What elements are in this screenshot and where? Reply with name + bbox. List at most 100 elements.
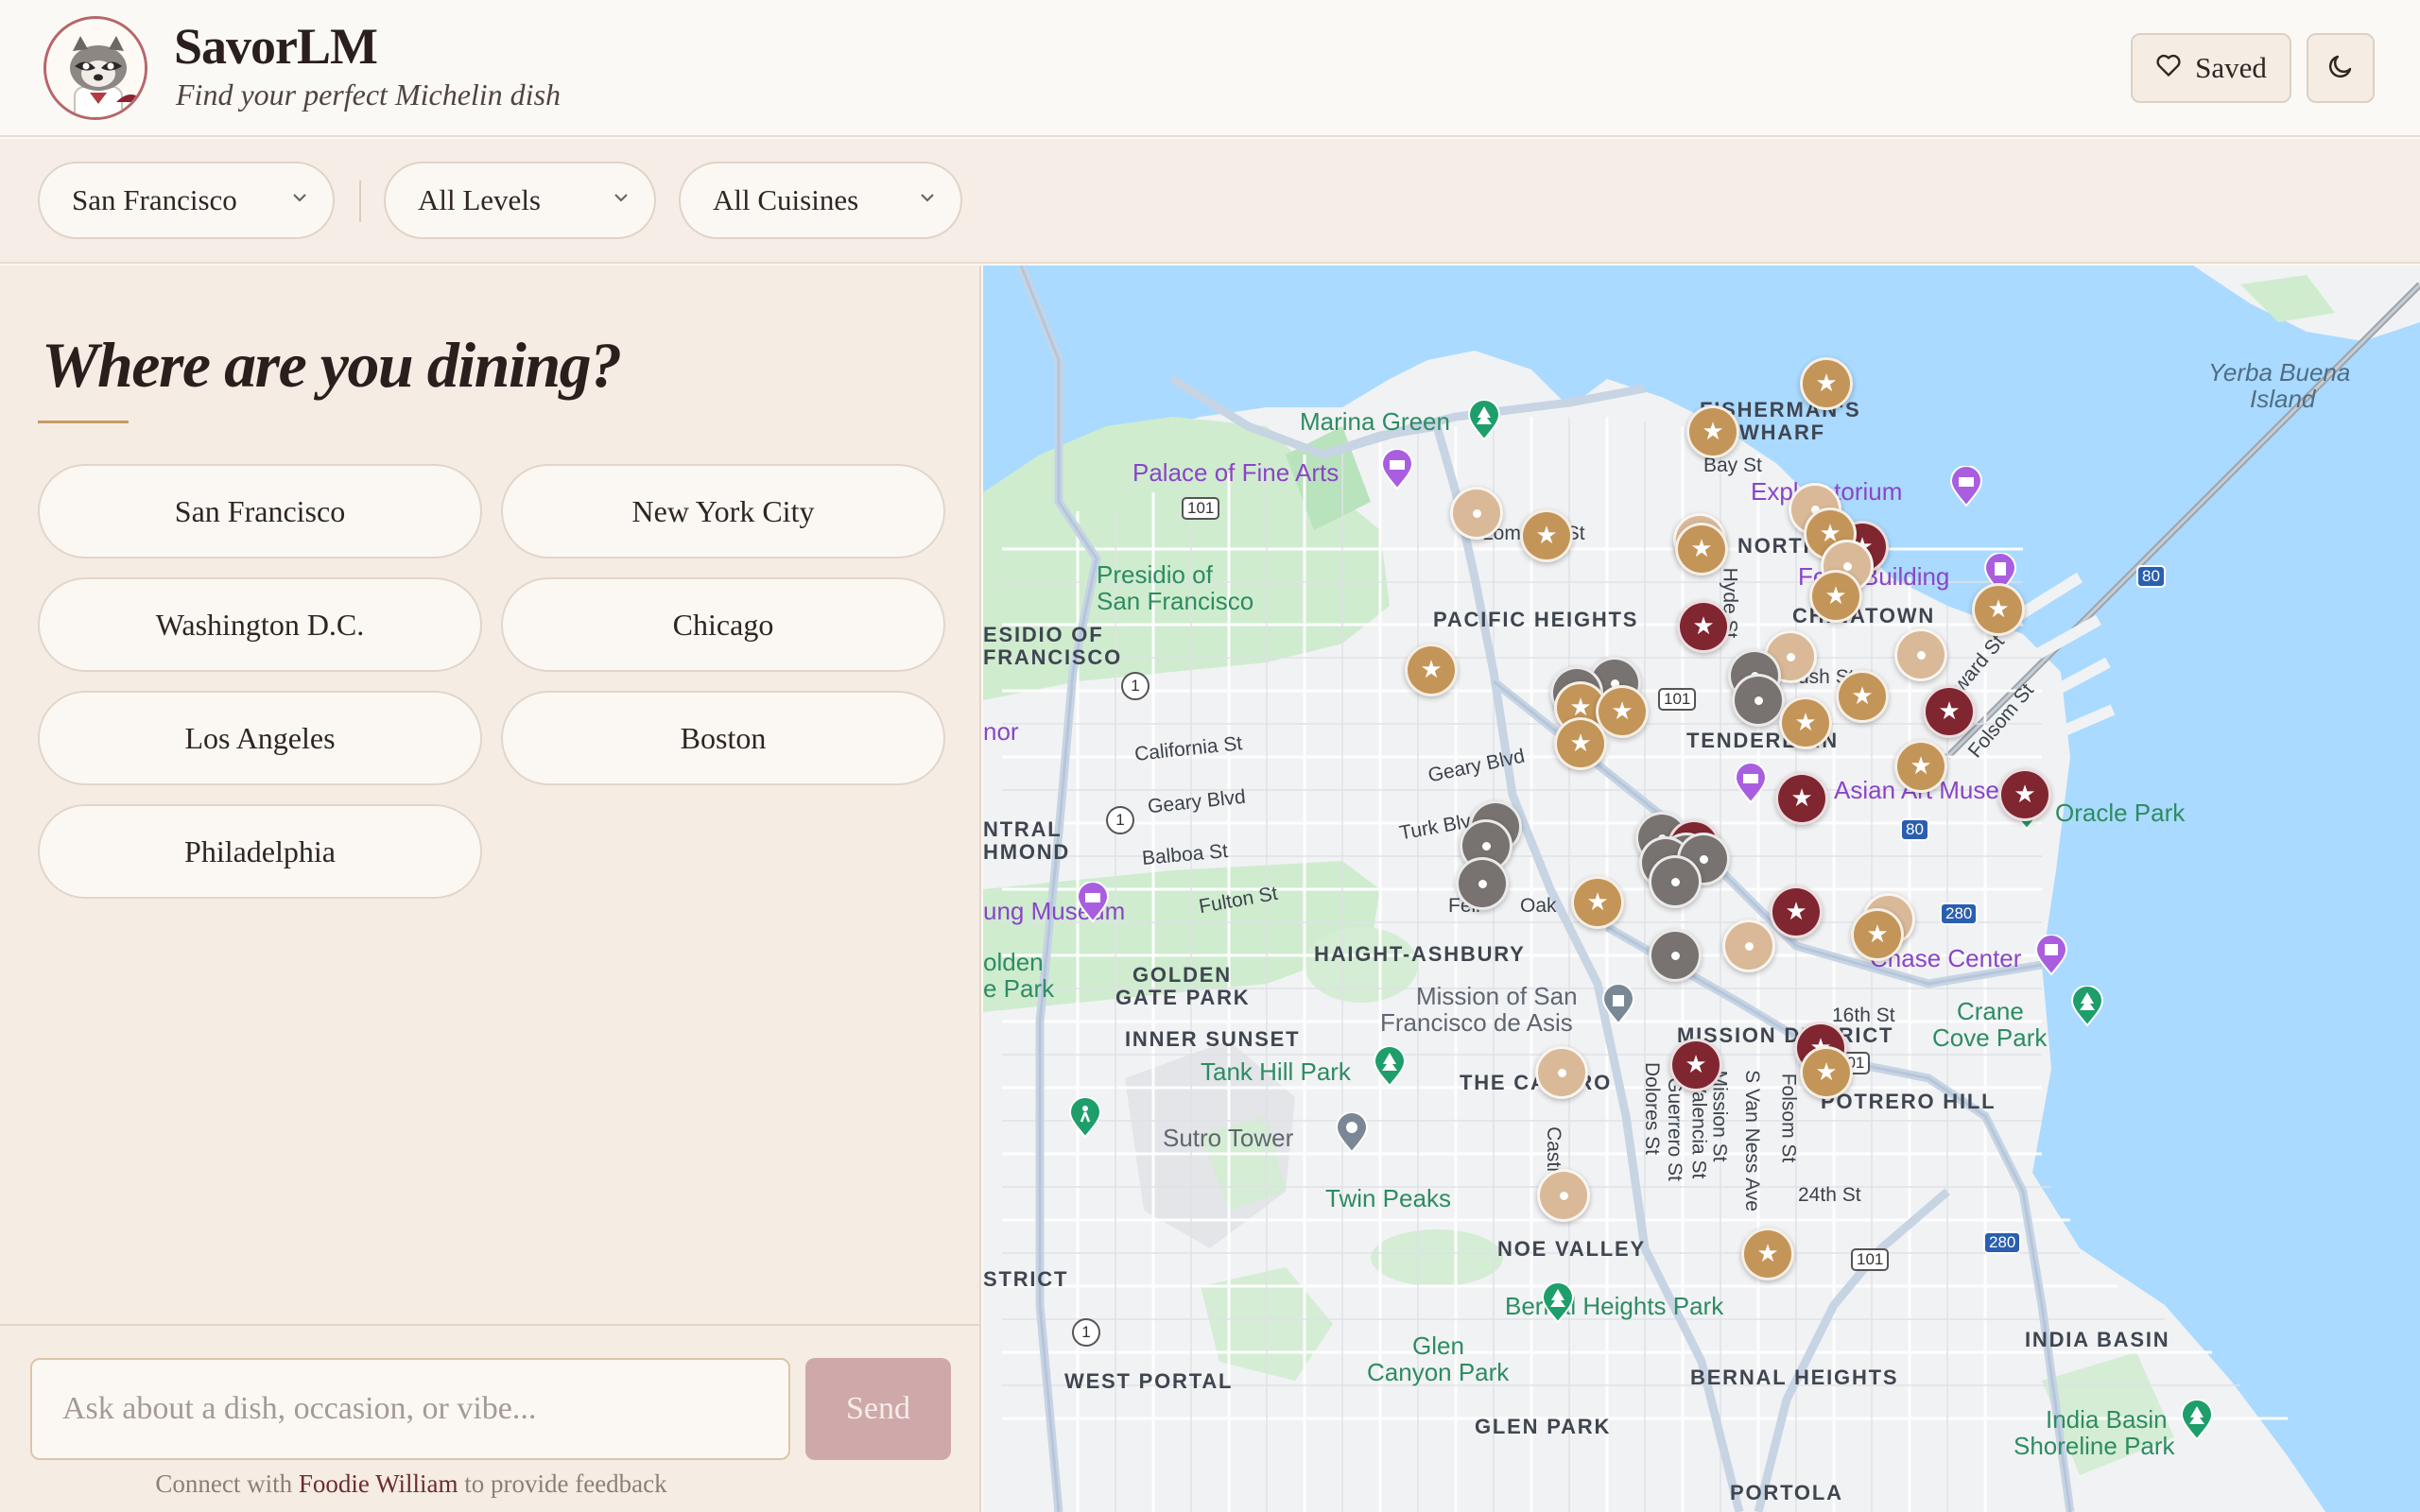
map-label-presidio-1: Presidio of [1097,560,1213,589]
map-label-golden-gate-1: GOLDEN [1132,963,1232,987]
map-label-central-richmond-1: NTRAL [983,817,1063,841]
filter-bar: San Francisco All Levels All Cuisines [0,139,2420,264]
restaurant-pin-star[interactable]: ★ [1554,717,1607,770]
map-label-24th-st: 24th St [1798,1184,1861,1206]
raccoon-chef-logo [43,16,147,120]
feedback-prefix: Connect with [155,1469,293,1498]
city-select[interactable]: San Francisco [38,162,335,239]
map-label-valencia-st: Valencia St [1687,1079,1710,1179]
restaurant-pin-star[interactable]: ★ [1677,600,1730,653]
restaurant-pin-recommended[interactable] [1649,929,1702,982]
map-label-india-basin-park-2: Shoreline Park [2014,1432,2175,1460]
map-label-presidio-2: San Francisco [1097,587,1254,615]
restaurant-pin-star[interactable]: ★ [1779,696,1832,749]
chevron-down-icon [293,194,306,202]
map-label-inner-sunset: INNER SUNSET [1125,1027,1301,1051]
chat-area: Send Connect with Foodie William to prov… [0,1324,979,1512]
app-tagline: Find your perfect Michelin dish [176,77,562,112]
restaurant-pin-star[interactable]: ★ [1851,908,1904,961]
filter-divider [359,180,361,222]
saved-button[interactable]: Saved [2131,33,2291,103]
app-title: SavorLM [174,18,378,75]
city-button-new-york-city[interactable]: New York City [501,464,945,558]
map-label-s-van-ness-ave: S Van Ness Ave [1740,1070,1763,1211]
restaurant-pin-star[interactable]: ★ [1669,1039,1722,1091]
restaurant-pin-star[interactable]: ★ [1770,885,1823,938]
map-label-central-richmond-2: HMOND [983,840,1071,864]
city-button-chicago[interactable]: Chicago [501,577,945,672]
cuisine-select[interactable]: All Cuisines [679,162,962,239]
map-label-presidio-district-1: ESIDIO OF [983,623,1104,646]
restaurant-pin-recommended[interactable] [1722,919,1775,972]
restaurant-pin-star[interactable]: ★ [1972,583,2025,636]
restaurant-pin-star[interactable]: ★ [1800,1046,1853,1099]
restaurant-pin-star[interactable]: ★ [1836,670,1889,723]
map-label-india-basin: INDIA BASIN [2025,1328,2170,1351]
restaurant-pin-star[interactable]: ★ [1686,405,1739,458]
map-label-pacific-heights: PACIFIC HEIGHTS [1433,608,1639,631]
highway-1-shield: 1 [1121,672,1150,700]
app-header: SavorLM Find your perfect Michelin dish … [0,0,2420,137]
map-label-guerrero-st: Guerrero St [1663,1077,1685,1181]
restaurant-pin-recommended[interactable] [1456,857,1509,910]
city-button-boston[interactable]: Boston [501,691,945,785]
theme-toggle-button[interactable] [2307,33,2375,103]
map-label-mission-dolores-1: Mission of San [1416,982,1578,1010]
city-button-washington-dc[interactable]: Washington D.C. [38,577,482,672]
chat-input[interactable] [30,1358,790,1460]
send-button[interactable]: Send [805,1358,951,1460]
restaurant-pin-recommended[interactable] [1894,628,1947,681]
restaurant-pin-recommended[interactable] [1535,1046,1588,1099]
restaurant-pin-star[interactable]: ★ [1520,509,1573,562]
interstate-80-shield: 80 [2136,565,2166,588]
level-select[interactable]: All Levels [384,162,656,239]
restaurant-pin-star[interactable]: ★ [1405,644,1458,696]
map-label-twin-peaks: Twin Peaks [1325,1184,1451,1212]
restaurant-pin-star[interactable]: ★ [1571,876,1624,929]
map-label-palace-fine-arts: Palace of Fine Arts [1132,458,1340,487]
heart-icon [2155,51,2182,85]
panel-heading: Where are you dining? [42,329,622,401]
highway-1-shield: 1 [1106,806,1134,834]
map-label-west-portal: WEST PORTAL [1064,1369,1234,1393]
restaurant-pin-star[interactable]: ★ [1775,772,1828,825]
feedback-note: Connect with Foodie William to provide f… [0,1469,822,1499]
city-select-value: San Francisco [72,183,237,216]
map-label-golden-gate-park-2: e Park [983,974,1055,1003]
restaurant-pin-star[interactable]: ★ [1894,740,1947,793]
feedback-link[interactable]: Foodie William [299,1469,458,1498]
restaurant-map[interactable]: Marina Green Palace of Fine Arts Presidi… [983,266,2420,1512]
map-label-noe-valley: NOE VALLEY [1497,1237,1646,1261]
map-label-tank-hill-park: Tank Hill Park [1201,1057,1351,1086]
map-label-fishermans-wharf-2: WHARF [1739,421,1825,444]
map-label-dolores-st: Dolores St [1641,1061,1664,1156]
restaurant-pin-recommended[interactable] [1537,1169,1590,1222]
restaurant-pin-recommended[interactable] [1732,674,1785,727]
map-label-oak-st: Oak [1520,895,1557,917]
city-button-los-angeles[interactable]: Los Angeles [38,691,482,785]
map-label-yerba-buena-1: Yerba Buena [2208,358,2351,387]
heading-underline [38,421,129,423]
map-label-crane-cove-2: Cove Park [1932,1023,2048,1052]
map-label-glen-canyon-2: Canyon Park [1367,1358,1510,1386]
map-label-presidio-district-2: FRANCISCO [983,645,1122,669]
map-label-oracle-park: Oracle Park [2055,799,2186,827]
map-label-haight-ashbury: HAIGHT-ASHBURY [1314,942,1526,966]
city-button-san-francisco[interactable]: San Francisco [38,464,482,558]
restaurant-pin-star[interactable]: ★ [1675,523,1728,576]
restaurant-pin-star[interactable]: ★ [1800,357,1853,410]
restaurant-pin-star[interactable]: ★ [1809,570,1862,623]
saved-label: Saved [2195,51,2267,84]
city-button-philadelphia[interactable]: Philadelphia [38,804,482,899]
restaurant-pin-star[interactable]: ★ [1923,685,1976,738]
restaurant-pin-recommended[interactable] [1649,855,1702,908]
restaurant-pin-star[interactable]: ★ [1741,1228,1794,1280]
map-label-yerba-buena-2: Island [2250,385,2316,413]
restaurant-pin-recommended[interactable] [1450,487,1503,540]
restaurant-pin-star[interactable]: ★ [1998,768,2051,821]
map-label-16th-st: 16th St [1832,1005,1895,1026]
map-label-district: STRICT [983,1267,1069,1291]
feedback-suffix: to provide feedback [464,1469,667,1498]
map-label-nor: nor [983,717,1019,746]
interstate-280-shield: 280 [1983,1231,2022,1254]
